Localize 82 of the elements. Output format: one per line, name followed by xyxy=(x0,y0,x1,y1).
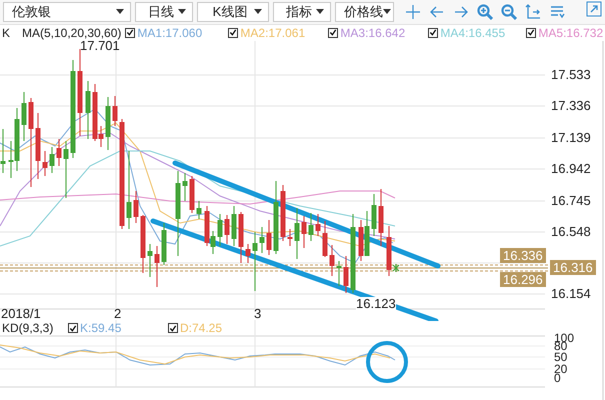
candlestick xyxy=(372,194,376,236)
candlestick xyxy=(288,228,292,246)
kd-axis-label: 0 xyxy=(554,372,561,384)
axis-icon[interactable] xyxy=(525,4,541,20)
crosshair-icon[interactable] xyxy=(405,4,421,20)
price-axis-label: 17.139 xyxy=(551,130,591,145)
candlestick xyxy=(238,212,244,263)
indicator-value: D:74.25 xyxy=(180,321,222,336)
checkbox[interactable] xyxy=(428,28,438,38)
candlestick xyxy=(224,214,230,244)
price-axis-label: 16.154 xyxy=(551,286,591,301)
candlestick xyxy=(322,220,328,257)
date-axis-label: 3 xyxy=(254,306,262,321)
candlestick xyxy=(112,96,118,126)
date-axis-label: 2018/1 xyxy=(1,306,41,321)
right-arrow-icon[interactable] xyxy=(453,4,469,20)
candlestick xyxy=(252,232,258,291)
checkbox[interactable] xyxy=(68,323,78,334)
candlestick xyxy=(378,188,384,246)
candlestick xyxy=(294,208,300,259)
price-axis-label: 17.336 xyxy=(551,98,591,113)
candlestick xyxy=(302,216,306,248)
checkbox[interactable] xyxy=(526,28,536,38)
candlestick xyxy=(330,244,334,276)
dropdown[interactable]: 指标 xyxy=(273,2,331,22)
candlestick xyxy=(386,226,392,276)
expand-icon[interactable] xyxy=(586,1,602,17)
candlestick xyxy=(308,212,314,241)
candlestick xyxy=(64,140,68,198)
kd-axis-label: 50 xyxy=(554,351,568,364)
dropdown[interactable]: 价格线 xyxy=(335,2,394,22)
candlestick xyxy=(162,222,166,265)
candlestick xyxy=(280,184,286,241)
price-axis-label: 16.745 xyxy=(551,194,591,208)
chart-type-label: K xyxy=(2,26,12,40)
candlestick xyxy=(182,172,188,201)
candlestick xyxy=(56,138,62,166)
dropdown[interactable]: 日线 xyxy=(135,2,193,22)
indicator-value: K:59.45 xyxy=(80,321,122,336)
cross-mark-icon xyxy=(392,263,400,272)
price-tag: 16.336 xyxy=(500,248,546,263)
indicator-value: MA2:17.061 xyxy=(240,26,306,40)
candlestick xyxy=(22,92,26,141)
candlestick xyxy=(260,226,264,253)
price-axis-label: 16.942 xyxy=(551,162,591,176)
zoom-out-icon[interactable] xyxy=(501,4,517,20)
candlestick xyxy=(50,146,54,173)
indicator-value: MA1:17.060 xyxy=(137,26,202,40)
candlestick xyxy=(246,244,250,263)
checkbox[interactable] xyxy=(228,28,238,38)
candlestick xyxy=(316,214,320,236)
candlestick xyxy=(336,260,342,286)
price-axis-label: 17.533 xyxy=(551,68,591,82)
price-axis-label: 16.548 xyxy=(551,224,591,239)
zoom-in-icon[interactable] xyxy=(477,4,493,20)
low-price-label: 16.123 xyxy=(356,296,396,311)
candlestick xyxy=(86,80,90,139)
indicator-params: MA(5,10,20,30,60) xyxy=(22,26,122,40)
left-arrow-icon[interactable] xyxy=(429,4,445,20)
price-tag: 16.296 xyxy=(500,272,546,287)
date-axis-label: 2 xyxy=(114,306,122,321)
price-tag: 16.316 xyxy=(550,260,596,275)
highlight-circle xyxy=(366,341,408,384)
checkbox[interactable] xyxy=(168,323,178,334)
candlestick xyxy=(134,190,138,223)
dropdown[interactable]: 伦敦银 xyxy=(3,2,131,22)
indicator-value: MA3:16.642 xyxy=(340,26,406,40)
high-price-label: 17.701 xyxy=(80,38,120,53)
candlestick xyxy=(344,256,348,293)
indicator-value: MA5:16.732 xyxy=(538,26,604,40)
candlestick xyxy=(218,214,222,246)
candlestick xyxy=(190,176,194,213)
indicator-params: KD(9,3,3) xyxy=(2,321,54,336)
candlestick xyxy=(196,200,202,219)
indicator-value: MA4:16.455 xyxy=(440,26,506,40)
dropdown[interactable]: K线图 xyxy=(197,2,269,22)
checkbox[interactable] xyxy=(125,28,136,38)
candlestick xyxy=(140,214,146,273)
candlestick xyxy=(232,206,236,246)
checkbox[interactable] xyxy=(328,28,338,38)
list-icon[interactable] xyxy=(549,4,565,20)
kd-axis-label: 80 xyxy=(554,340,568,352)
